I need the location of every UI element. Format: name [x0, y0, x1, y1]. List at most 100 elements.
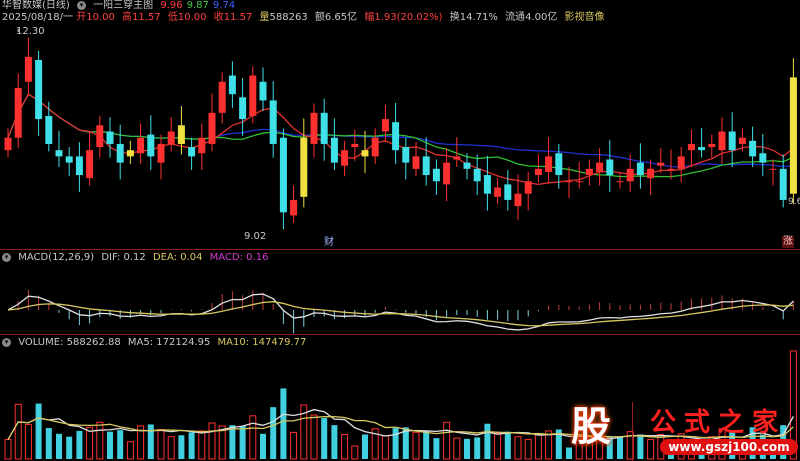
candle-body [167, 131, 175, 144]
candle-body [647, 168, 655, 179]
candle-body [259, 81, 267, 101]
candle-body [585, 168, 593, 176]
volume-bar [126, 441, 134, 460]
volume-ma5: MA5: 172124.95 [127, 337, 211, 348]
candle-body [555, 153, 563, 176]
volume-bar [331, 425, 338, 459]
candle-body [218, 81, 226, 113]
candle-body [116, 143, 124, 163]
finance-badge[interactable]: 财 [324, 237, 334, 249]
candle-body [45, 115, 53, 144]
limit-up-badge: 涨 [782, 236, 794, 248]
candle-body [86, 150, 94, 179]
candle-body [473, 168, 481, 182]
candle-body [687, 143, 695, 151]
candle-body [300, 137, 308, 197]
candle-body [330, 137, 338, 163]
volume-bar [423, 430, 430, 459]
volume-bar [249, 415, 257, 460]
candle-body [606, 159, 614, 176]
volume-bar [56, 433, 62, 459]
chevron-down-icon[interactable]: ▾ [2, 252, 11, 262]
candle-body [545, 156, 553, 172]
volume-bar [24, 423, 32, 460]
candle-body [228, 75, 236, 95]
candle-body [177, 125, 185, 144]
volume-bar [147, 424, 154, 459]
candle-body [351, 143, 359, 148]
watermark: 股 公式之家 www.gszj100.com [560, 402, 800, 461]
ma-mid-line [7, 93, 794, 178]
volume-bar [117, 430, 124, 459]
panel-divider [0, 249, 800, 250]
volume-bar [66, 436, 73, 459]
candle-body [565, 181, 573, 183]
volume-bar [229, 425, 236, 459]
candle-body [708, 143, 716, 148]
volume-bar [534, 434, 542, 460]
volume-bar [341, 434, 349, 460]
volume-bar [392, 428, 399, 459]
volume-bar [208, 422, 216, 460]
volume-bar [96, 421, 104, 460]
kline-chart[interactable] [0, 0, 800, 461]
candle-body [371, 137, 379, 157]
panel-divider [0, 334, 800, 335]
candle-body [698, 147, 706, 151]
candle-body [126, 150, 134, 157]
candle-body [443, 162, 451, 185]
candle-body [269, 100, 277, 144]
volume-bar [321, 417, 328, 459]
volume-ma10: MA10: 147479.77 [217, 337, 307, 348]
volume-bar [494, 432, 502, 460]
volume-bar [157, 428, 165, 460]
dea-line [7, 301, 794, 327]
candle-body [65, 156, 73, 163]
volume-bar [280, 388, 287, 459]
candle-body [524, 181, 532, 194]
candle-body [341, 150, 349, 166]
watermark-name: 公式之家 [650, 408, 787, 438]
watermark-url: www.gszj100.com [660, 439, 798, 455]
volume-bar [484, 423, 491, 459]
candle-body [575, 181, 583, 183]
ma-long-line [7, 93, 794, 168]
candle-body [769, 168, 777, 170]
watermark-logo: 股 [571, 404, 611, 450]
volume-bar [443, 421, 451, 460]
volume-bar [107, 431, 113, 459]
candle-body [279, 137, 287, 213]
candle-body [596, 162, 604, 172]
candle-body [494, 187, 502, 197]
candle-body [157, 143, 165, 163]
candle-body [249, 75, 257, 116]
volume-title[interactable]: VOLUME: 588262.88 [18, 337, 121, 348]
last-price-mark: 9.6 [788, 197, 800, 207]
candle-body [463, 162, 471, 169]
volume-bar [362, 434, 368, 459]
volume-bar [524, 439, 532, 460]
candle-body [749, 140, 757, 157]
candle-body [514, 193, 522, 207]
candle-body [392, 122, 400, 151]
volume-bar [35, 403, 42, 459]
volume-bar [4, 439, 12, 460]
candle-body [4, 137, 12, 151]
candle-body [35, 59, 43, 120]
volume-bar [188, 432, 195, 459]
chevron-down-icon[interactable]: ▾ [2, 337, 11, 347]
macd-title[interactable]: MACD(12,26,9) [18, 252, 94, 263]
volume-bar [76, 430, 83, 459]
volume-bar [198, 430, 206, 460]
low-price-mark: 9.02 [244, 231, 267, 242]
candle-body [677, 156, 685, 169]
candle-body [208, 112, 216, 144]
volume-bar [310, 414, 318, 460]
candle-body [616, 181, 624, 183]
volume-bar [178, 435, 185, 459]
candle-body [381, 119, 389, 132]
candle-body [106, 131, 114, 144]
volume-bar [381, 435, 389, 460]
volume-bar [412, 431, 420, 460]
candle-body [75, 156, 83, 176]
